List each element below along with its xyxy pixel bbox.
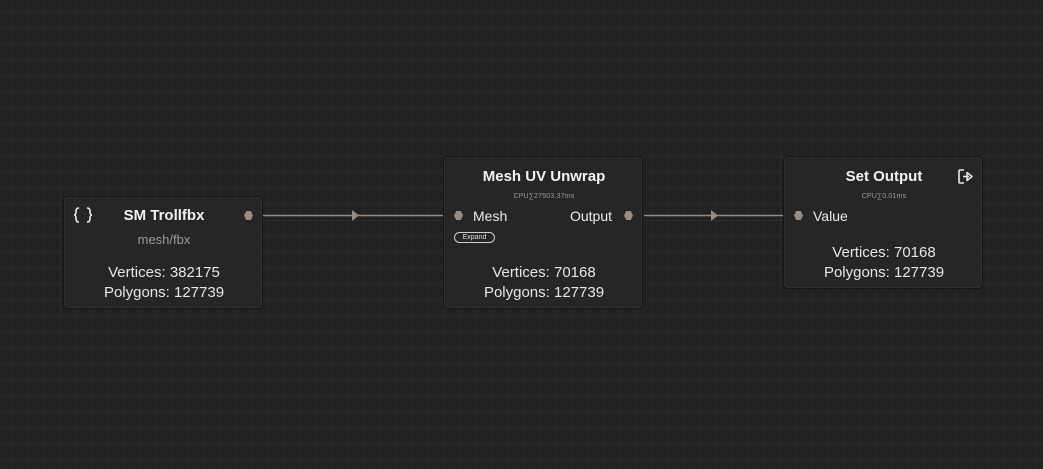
node-subtitle: mesh/fbx [137, 232, 191, 247]
polygons-count: Polygons: 127739 [103, 284, 225, 301]
vertices-count: Vertices: 70168 [492, 264, 596, 281]
output-port[interactable] [624, 211, 633, 220]
vertices-count: Vertices: 70168 [832, 244, 936, 261]
mesh-input-label: Mesh [473, 208, 508, 224]
export-icon[interactable] [957, 168, 974, 190]
node-title: Set Output [845, 168, 923, 185]
value-input-label: Value [813, 208, 848, 224]
node-mesh-uv-unwrap[interactable]: Mesh UV Unwrap CPU∑27503.37ms Mesh Outpu… [443, 156, 643, 309]
polygons-count: Polygons: 127739 [483, 284, 605, 301]
cpu-time: CPU∑27503.37ms [513, 193, 575, 200]
wire-unwrap-to-output[interactable] [644, 210, 786, 221]
wire-source-to-unwrap[interactable] [263, 210, 446, 221]
expand-button[interactable]: Expand [454, 232, 495, 243]
value-input-port[interactable] [794, 211, 803, 220]
node-set-output[interactable]: Set Output CPU∑0.01ms Value Vertices: 70… [783, 156, 983, 289]
wire-arrow [711, 210, 718, 221]
output-port-label: Output [569, 208, 612, 224]
vertices-count: Vertices: 382175 [108, 264, 220, 281]
wire-arrow [352, 210, 359, 221]
mesh-input-port[interactable] [454, 211, 463, 220]
node-title: Mesh UV Unwrap [482, 168, 606, 185]
cpu-time: CPU∑0.01ms [861, 193, 907, 200]
node-title: SM Trollfbx [123, 207, 205, 224]
polygons-count: Polygons: 127739 [823, 264, 945, 281]
node-sm-trollfbx[interactable]: SM Trollfbx mesh/fbx Vertices: 382175 Po… [63, 196, 263, 309]
